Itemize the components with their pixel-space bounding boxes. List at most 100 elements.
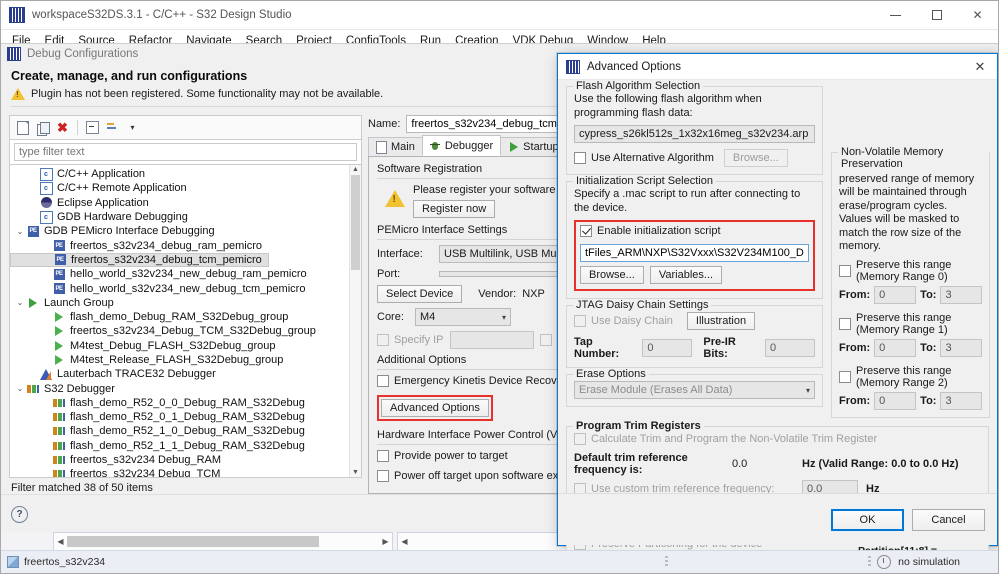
scroll-thumb[interactable] bbox=[351, 175, 360, 270]
warning-icon bbox=[11, 88, 25, 100]
scroll-down-icon[interactable]: ▼ bbox=[352, 469, 359, 476]
register-now-button[interactable]: Register now bbox=[413, 200, 496, 218]
select-device-button[interactable]: Select Device bbox=[377, 285, 463, 303]
pre-ir-bits-input[interactable] bbox=[765, 339, 815, 357]
provide-power-checkbox-box bbox=[377, 450, 389, 462]
preserve-range-0-checkbox[interactable]: Preserve this range (Memory Range 0) bbox=[839, 259, 982, 283]
provide-power-checkbox[interactable]: Provide power to target bbox=[377, 450, 508, 462]
advanced-dialog-close-button[interactable]: ✕ bbox=[963, 54, 997, 79]
use-alternative-algorithm-label: Use Alternative Algorithm bbox=[591, 152, 714, 164]
power-off-checkbox-box bbox=[377, 470, 389, 482]
tree-item[interactable]: freertos_s32v234 Debug_RAM bbox=[10, 453, 349, 467]
specify-ip-input[interactable] bbox=[449, 331, 534, 349]
tree-item-selected[interactable]: PE freertos_s32v234_debug_tcm_pemicro bbox=[10, 252, 269, 268]
port-label: Port: bbox=[377, 268, 401, 280]
toolbar-dropdown-button[interactable]: ▾ bbox=[124, 119, 141, 136]
init-script-path-input[interactable] bbox=[580, 244, 809, 262]
tab-main-label: Main bbox=[391, 141, 415, 153]
core-select[interactable]: M4 ▾ bbox=[415, 308, 511, 326]
tree-item[interactable]: PE hello_world_s32v234_new_debug_tcm_pemi… bbox=[10, 281, 349, 295]
use-alternative-algorithm-checkbox[interactable]: Use Alternative Algorithm bbox=[574, 152, 714, 164]
s32dbg-icon bbox=[52, 468, 66, 477]
use-daisy-chain-label: Use Daisy Chain bbox=[591, 315, 673, 327]
tree-twisty[interactable]: ⌄ bbox=[14, 298, 26, 307]
power-off-checkbox[interactable]: Power off target upon software exit bbox=[377, 470, 564, 482]
flash-algorithm-select[interactable]: cypress_s26kl512s_1x32x16meg_s32v234.arp… bbox=[574, 125, 815, 143]
tree-twisty[interactable]: ⌄ bbox=[14, 384, 26, 393]
tab-main[interactable]: Main bbox=[368, 137, 423, 156]
tree-item[interactable]: flash_demo_R52_0_0_Debug_RAM_S32Debug bbox=[10, 396, 349, 410]
tab-startup-label: Startup bbox=[523, 141, 559, 153]
tree-item-label: Lauterbach TRACE32 Debugger bbox=[57, 368, 216, 381]
tree-item[interactable]: flash_demo_R52_1_0_Debug_RAM_S32Debug bbox=[10, 424, 349, 438]
tree-item[interactable]: freertos_s32v234 Debug_TCM bbox=[10, 467, 349, 477]
tree-twisty[interactable]: ⌄ bbox=[14, 227, 26, 236]
filter-box bbox=[9, 139, 362, 164]
tree-item[interactable]: Lauterbach TRACE32 Debugger bbox=[10, 367, 349, 381]
range-2-from-input[interactable] bbox=[874, 391, 917, 410]
collapse-all-button[interactable] bbox=[84, 119, 101, 136]
tree-item[interactable]: PE freertos_s32v234_debug_ram_pemicro bbox=[10, 238, 349, 252]
tree-scrollbar[interactable]: ▲ ▼ bbox=[349, 165, 361, 477]
tree-item[interactable]: freertos_s32v234_Debug_TCM_S32Debug_grou… bbox=[10, 324, 349, 338]
calculate-trim-checkbox[interactable]: Calculate Trim and Program the Non-Volat… bbox=[574, 432, 877, 445]
scroll-right-icon[interactable]: ▶ bbox=[379, 537, 392, 546]
left-horizontal-scrollbar[interactable]: ◀ ▶ bbox=[53, 532, 393, 551]
filter-input[interactable] bbox=[14, 143, 357, 161]
close-button[interactable]: ✕ bbox=[957, 1, 998, 29]
use-daisy-chain-checkbox[interactable]: Use Daisy Chain bbox=[574, 315, 673, 327]
status-divider-1 bbox=[665, 556, 669, 568]
duplicate-configuration-button[interactable] bbox=[34, 119, 51, 136]
c-app-icon: c bbox=[39, 167, 53, 181]
cancel-button[interactable]: Cancel bbox=[912, 508, 985, 531]
range-2-to-input[interactable] bbox=[940, 391, 983, 410]
scroll-left-icon-2[interactable]: ◀ bbox=[398, 537, 411, 546]
init-script-browse-button[interactable]: Browse... bbox=[580, 266, 644, 284]
pemicro-icon: PE bbox=[53, 254, 67, 266]
debug-dialog-title: Debug Configurations bbox=[27, 48, 139, 60]
filter-configurations-button[interactable] bbox=[104, 119, 121, 136]
algorithm-browse-button[interactable]: Browse... bbox=[723, 149, 788, 167]
ok-button[interactable]: OK bbox=[831, 508, 904, 531]
tree-item[interactable]: flash_demo_R52_1_1_Debug_RAM_S32Debug bbox=[10, 439, 349, 453]
maximize-button[interactable] bbox=[916, 1, 957, 29]
new-configuration-button[interactable] bbox=[14, 119, 31, 136]
tree-item[interactable]: c C/C++ Application bbox=[10, 167, 349, 181]
tree-item[interactable]: M4test_Debug_FLASH_S32Debug_group bbox=[10, 339, 349, 353]
tree-item[interactable]: flash_demo_R52_0_1_Debug_RAM_S32Debug bbox=[10, 410, 349, 424]
minimize-button[interactable] bbox=[875, 1, 916, 29]
init-script-group: Initialization Script Selection Specify … bbox=[566, 175, 823, 299]
preserve-range-1-label: Preserve this range (Memory Range 1) bbox=[856, 311, 952, 336]
scroll-up-icon[interactable]: ▲ bbox=[352, 166, 359, 173]
range-0-to-input[interactable] bbox=[940, 285, 983, 304]
enable-init-script-checkbox[interactable]: Enable initialization script bbox=[580, 225, 721, 237]
specify-ip-checkbox[interactable]: Specify IP bbox=[377, 334, 444, 346]
tap-number-input[interactable] bbox=[642, 339, 693, 357]
help-icon[interactable]: ? bbox=[11, 506, 28, 523]
tab-debugger[interactable]: Debugger bbox=[421, 135, 502, 156]
configurations-tree[interactable]: c C/C++ Application c C/C++ Remote Applicat… bbox=[10, 165, 349, 477]
tree-item[interactable]: ⌄ Launch Group bbox=[10, 296, 349, 310]
tree-item[interactable]: c GDB Hardware Debugging bbox=[10, 210, 349, 224]
tree-item[interactable]: ⌄ PE GDB PEMicro Interface Debugging bbox=[10, 224, 349, 238]
preserve-range-2-checkbox[interactable]: Preserve this range (Memory Range 2) bbox=[839, 365, 982, 389]
delete-configuration-button[interactable]: ✖ bbox=[54, 119, 71, 136]
application-window: workspaceS32DS.3.1 - C/C++ - S32 Design … bbox=[0, 0, 999, 574]
erase-options-select[interactable]: Erase Module (Erases All Data) ▾ bbox=[574, 381, 815, 399]
range-0-from-input[interactable] bbox=[874, 285, 917, 304]
play-sm-icon bbox=[52, 340, 66, 352]
range-1-from-input[interactable] bbox=[874, 338, 917, 357]
advanced-options-button[interactable]: Advanced Options bbox=[381, 399, 489, 417]
tree-item[interactable]: Eclipse Application bbox=[10, 196, 349, 210]
tree-item[interactable]: flash_demo_Debug_RAM_S32Debug_group bbox=[10, 310, 349, 324]
tree-item[interactable]: PE hello_world_s32v234_new_debug_ram_pemi… bbox=[10, 267, 349, 281]
tree-item[interactable]: ⌄ S32 Debugger bbox=[10, 381, 349, 395]
preserve-range-1-checkbox[interactable]: Preserve this range (Memory Range 1) bbox=[839, 312, 982, 336]
scroll-left-icon[interactable]: ◀ bbox=[54, 537, 67, 546]
tree-item[interactable]: M4test_Release_FLASH_S32Debug_group bbox=[10, 353, 349, 367]
scroll-thumb-left[interactable] bbox=[67, 536, 319, 547]
tree-item[interactable]: c C/C++ Remote Application bbox=[10, 181, 349, 195]
range-1-to-input[interactable] bbox=[940, 338, 983, 357]
init-script-variables-button[interactable]: Variables... bbox=[649, 266, 723, 284]
illustration-button[interactable]: Illustration bbox=[686, 312, 756, 330]
